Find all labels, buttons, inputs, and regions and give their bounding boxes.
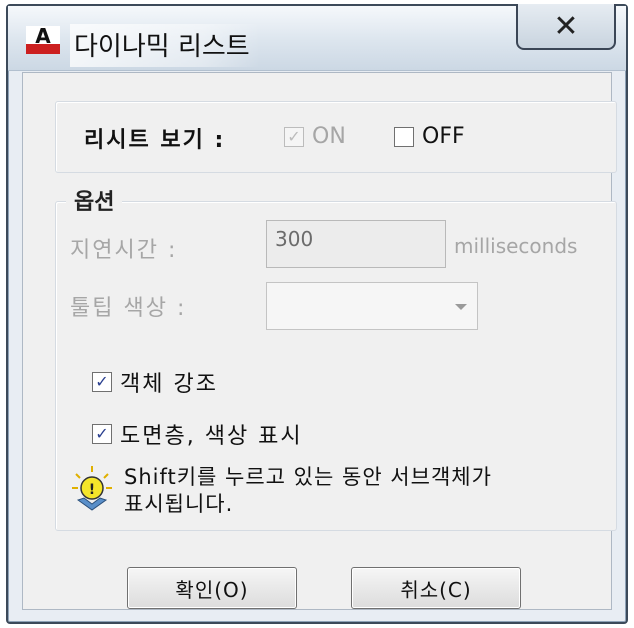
off-checkbox-label: OFF [422,124,465,149]
delay-label: 지연시간 : [70,238,178,263]
close-icon: ✕ [553,8,579,44]
delay-unit-label: milliseconds [454,234,578,258]
close-button[interactable]: ✕ [516,4,616,50]
delay-row: 지연시간 : [70,232,177,264]
tip-line-2: 표시됩니다. [124,492,234,516]
highlight-object-checkbox[interactable]: ✓ 객체 강조 [92,366,218,398]
show-layer-color-checkbox-box[interactable]: ✓ [92,424,112,444]
svg-text:!: ! [89,482,95,498]
list-view-group: 리시트 보기 : ✓ ON OFF [55,101,617,173]
show-layer-color-label: 도면층, 색상 표시 [120,424,303,449]
tooltip-color-label: 툴팁 색상 : [70,296,187,321]
title-bar[interactable]: A 다이나믹 리스트 ✕ [8,4,626,71]
dialog-client-area: 리시트 보기 : ✓ ON OFF 옵션 지연시간 : 300 millisec… [22,72,617,610]
options-caption: 옵션 [66,184,123,216]
options-group: 옵션 지연시간 : 300 milliseconds 툴팁 색상 : ✓ 객체 … [55,184,617,531]
show-layer-color-checkbox[interactable]: ✓ 도면층, 색상 표시 [92,418,303,450]
tooltip-color-row: 툴팁 색상 : [70,290,186,322]
autocad-app-icon: A [26,26,60,54]
delay-input[interactable]: 300 [266,220,446,268]
tooltip-color-select[interactable] [266,282,478,330]
tip-line-1: Shift키를 누르고 있는 동안 서브객체가 [124,465,492,489]
delay-unit-row: milliseconds [454,234,577,258]
chevron-down-icon [455,304,467,310]
highlight-object-label: 객체 강조 [120,372,218,397]
off-checkbox[interactable]: OFF [394,124,465,149]
dialog-window: A 다이나믹 리스트 ✕ 리시트 보기 : ✓ ON OFF 옵션 지연시간 : [6,4,628,624]
lightbulb-icon: ! [72,466,112,511]
app-icon-letter: A [35,26,51,48]
window-title: 다이나믹 리스트 [70,24,260,67]
on-checkbox-box[interactable]: ✓ [284,126,304,147]
on-checkbox-label: ON [312,124,346,149]
off-checkbox-box[interactable] [394,126,414,147]
ok-button[interactable]: 확인(O) [127,567,297,609]
highlight-object-checkbox-box[interactable]: ✓ [92,372,112,392]
tip-row: ! Shift키를 누르고 있는 동안 서브객체가 표시됩니다. [70,464,492,518]
list-view-row: 리시트 보기 : [84,122,225,154]
list-view-label: 리시트 보기 : [84,128,226,153]
tip-text-block: Shift키를 누르고 있는 동안 서브객체가 표시됩니다. [124,464,492,518]
cancel-button[interactable]: 취소(C) [351,567,521,609]
on-checkbox[interactable]: ✓ ON [284,124,346,149]
